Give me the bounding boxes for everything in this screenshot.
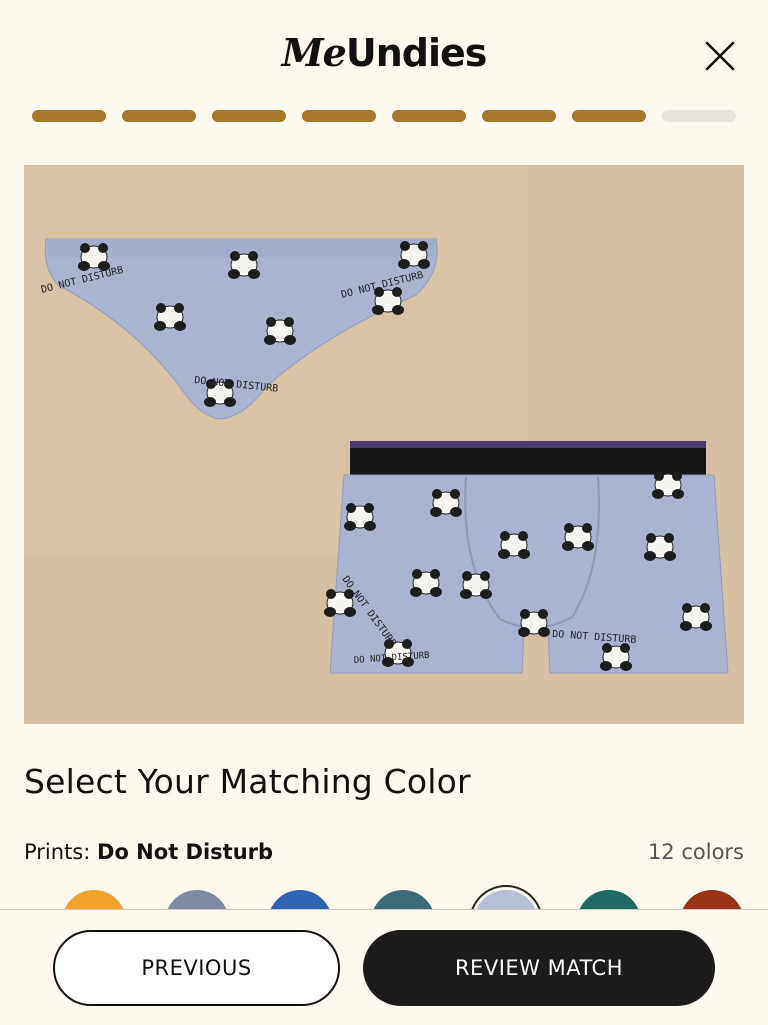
progress-segment bbox=[122, 110, 196, 122]
progress-segment bbox=[302, 110, 376, 122]
footer: PREVIOUS REVIEW MATCH bbox=[0, 909, 768, 1025]
prints-label: Prints: bbox=[24, 840, 91, 864]
previous-button[interactable]: PREVIOUS bbox=[53, 930, 340, 1006]
section-title: Select Your Matching Color bbox=[24, 762, 471, 801]
swatch-teal-brown-print[interactable] bbox=[371, 890, 435, 910]
header: MeUndies bbox=[0, 0, 768, 110]
progress-segment bbox=[662, 110, 736, 122]
logo-me: Me bbox=[281, 30, 347, 75]
prints-label-row: Prints: Do Not Disturb bbox=[24, 840, 273, 864]
review-match-button[interactable]: REVIEW MATCH bbox=[363, 930, 715, 1006]
progress-segment bbox=[212, 110, 286, 122]
swatch-green-teal-print[interactable] bbox=[577, 890, 641, 910]
progress-segment bbox=[482, 110, 556, 122]
swatch-red-brown-print[interactable] bbox=[680, 890, 744, 910]
swatch-row bbox=[24, 884, 744, 910]
progress-segment bbox=[32, 110, 106, 122]
product-image: DO NOT DISTURB DO NOT DISTURB DO NOT DIS… bbox=[24, 165, 744, 724]
logo-undies: Undies bbox=[345, 31, 488, 75]
progress-bar bbox=[0, 110, 768, 122]
print-name: Do Not Disturb bbox=[97, 840, 274, 864]
close-button[interactable] bbox=[700, 36, 740, 76]
progress-segment bbox=[392, 110, 466, 122]
bikini-brief: DO NOT DISTURB DO NOT DISTURB DO NOT DIS… bbox=[40, 238, 438, 420]
meundies-logo[interactable]: MeUndies bbox=[0, 30, 768, 75]
swatch-do-not-disturb-print[interactable] bbox=[474, 890, 538, 910]
swatch-gray-panda-print[interactable] bbox=[165, 890, 229, 910]
color-count: 12 colors bbox=[647, 840, 744, 864]
swatch-orange-yellow-print[interactable] bbox=[62, 890, 126, 910]
close-icon bbox=[705, 41, 735, 71]
product-illustration: DO NOT DISTURB DO NOT DISTURB DO NOT DIS… bbox=[40, 238, 729, 674]
progress-segment bbox=[572, 110, 646, 122]
trunk: DO NOT DISTURB DO NOT DISTURB DO NOT DIS… bbox=[323, 441, 729, 674]
swatch-blue-print[interactable] bbox=[268, 890, 332, 910]
